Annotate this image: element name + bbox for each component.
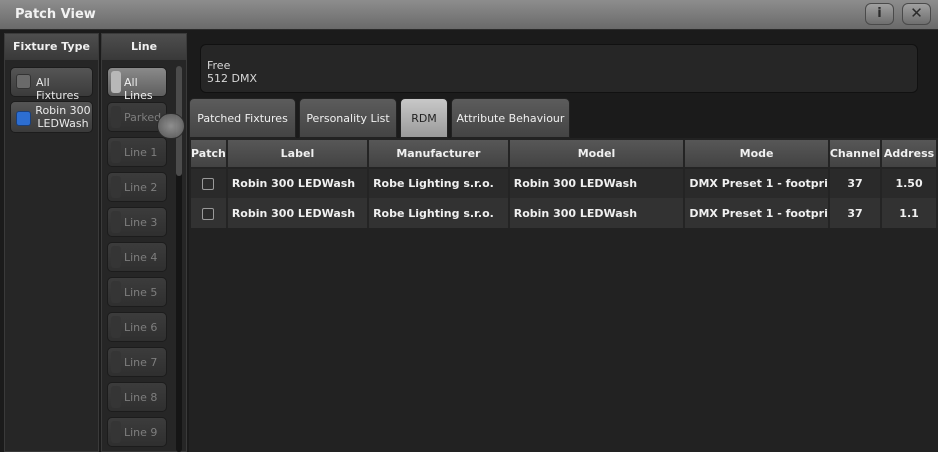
- line-5-button[interactable]: Line 5: [107, 277, 167, 307]
- line-header: Line: [102, 34, 186, 60]
- button-label: All Lines: [124, 76, 153, 102]
- column-header-channel[interactable]: Channel: [828, 140, 883, 169]
- table-header-row: Patch Label Manufacturer Model Mode Chan…: [191, 140, 938, 169]
- patch-cell[interactable]: [191, 168, 228, 198]
- patch-table: Patch Label Manufacturer Model Mode Chan…: [191, 140, 938, 228]
- checkbox-icon: [111, 246, 121, 268]
- all-fixtures-button[interactable]: All Fixtures: [10, 67, 93, 102]
- line-4-button[interactable]: Line 4: [107, 242, 167, 272]
- button-label: Line 4: [124, 251, 158, 264]
- free-dmx-box: Free 512 DMX: [200, 44, 918, 93]
- button-label: Line 6: [124, 321, 158, 334]
- free-dmx-count: 512 DMX: [207, 72, 257, 85]
- channel-cell: 37: [828, 198, 883, 228]
- tab-attribute-behaviour[interactable]: Attribute Behaviour: [451, 98, 570, 138]
- tab-rdm[interactable]: RDM: [400, 98, 448, 138]
- button-label: Line 9: [124, 426, 158, 439]
- checkbox-icon: [111, 141, 121, 163]
- free-label: Free: [207, 59, 231, 72]
- column-header-patch[interactable]: Patch: [191, 140, 228, 169]
- line-8-button[interactable]: Line 8: [107, 382, 167, 412]
- patch-cell[interactable]: [191, 198, 228, 228]
- line-3-button[interactable]: Line 3: [107, 207, 167, 237]
- checkbox-icon: [16, 74, 31, 89]
- line-all-lines-button[interactable]: All Lines: [107, 67, 167, 102]
- button-label: Parked: [124, 111, 162, 124]
- patch-table-panel: Patch Label Manufacturer Model Mode Chan…: [189, 138, 938, 452]
- tab-personality-list[interactable]: Personality List: [299, 98, 397, 138]
- column-header-model[interactable]: Model: [508, 140, 686, 169]
- fixture-robin-300-ledwash-button[interactable]: Robin 300 LEDWash: [10, 101, 93, 133]
- channel-cell: 37: [828, 168, 883, 198]
- column-header-label[interactable]: Label: [226, 140, 370, 169]
- button-label: Line 5: [124, 286, 158, 299]
- line-6-button[interactable]: Line 6: [107, 312, 167, 342]
- button-label: Line 8: [124, 391, 158, 404]
- info-icon[interactable]: i: [865, 3, 894, 25]
- label-cell: Robin 300 LEDWash: [226, 198, 370, 228]
- checkbox-icon: [111, 106, 121, 128]
- address-cell: 1.50: [881, 168, 938, 198]
- manufacturer-cell: Robe Lighting s.r.o.: [368, 198, 510, 228]
- title-bar: Patch View i ✕: [0, 0, 938, 30]
- button-label: All Fixtures: [36, 76, 80, 102]
- address-cell: 1.1: [881, 198, 938, 228]
- column-header-address[interactable]: Address: [881, 140, 938, 169]
- patch-checkbox[interactable]: [202, 178, 215, 190]
- drag-handle[interactable]: [157, 113, 185, 139]
- checkbox-icon: [111, 316, 121, 338]
- fixture-type-header: Fixture Type: [5, 34, 98, 60]
- checkbox-icon: [111, 421, 121, 443]
- manufacturer-cell: Robe Lighting s.r.o.: [368, 168, 510, 198]
- window-title: Patch View: [15, 7, 96, 22]
- column-header-manufacturer[interactable]: Manufacturer: [368, 140, 510, 169]
- mode-cell: DMX Preset 1 - footpri: [684, 168, 830, 198]
- table-row[interactable]: Robin 300 LEDWash Robe Lighting s.r.o. R…: [191, 198, 938, 228]
- checkbox-icon: [111, 281, 121, 303]
- button-label: Line 2: [124, 181, 158, 194]
- button-label: Robin 300 LEDWash: [35, 104, 91, 130]
- mode-cell: DMX Preset 1 - footpri: [684, 198, 830, 228]
- checkbox-icon: [16, 111, 31, 126]
- line-2-button[interactable]: Line 2: [107, 172, 167, 202]
- model-cell: Robin 300 LEDWash: [508, 168, 686, 198]
- checkbox-icon: [111, 71, 121, 93]
- line-1-button[interactable]: Line 1: [107, 137, 167, 167]
- tab-patched-fixtures[interactable]: Patched Fixtures: [189, 98, 296, 138]
- patch-checkbox[interactable]: [202, 207, 215, 220]
- checkbox-icon: [111, 176, 121, 198]
- checkbox-icon: [111, 211, 121, 233]
- checkbox-icon: [111, 351, 121, 373]
- line-7-button[interactable]: Line 7: [107, 347, 167, 377]
- button-label: Line 1: [124, 146, 158, 159]
- table-row[interactable]: Robin 300 LEDWash Robe Lighting s.r.o. R…: [191, 168, 938, 198]
- button-label: Line 3: [124, 216, 158, 229]
- line-9-button[interactable]: Line 9: [107, 417, 167, 447]
- checkbox-icon: [111, 386, 121, 408]
- column-header-mode[interactable]: Mode: [684, 140, 830, 169]
- model-cell: Robin 300 LEDWash: [508, 198, 686, 228]
- label-cell: Robin 300 LEDWash: [226, 168, 370, 198]
- button-label: Line 7: [124, 356, 158, 369]
- close-icon[interactable]: ✕: [902, 3, 931, 25]
